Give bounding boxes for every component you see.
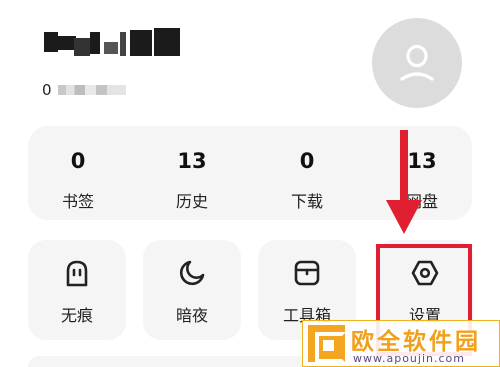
tool-night-mode[interactable]: 暗夜 [143,240,241,340]
user-id-redacted [57,85,126,95]
stat-bookmarks[interactable]: 0 书签 [33,126,123,220]
tool-label: 无痕 [60,306,93,325]
stat-downloads[interactable]: 0 下载 [262,126,352,220]
incognito-ghost-icon [66,260,88,287]
stat-label: 历史 [175,192,208,211]
user-id-prefix: 0 [42,81,52,99]
moon-icon [179,260,205,286]
stat-history[interactable]: 13 历史 [147,126,237,220]
watermark-url: www.apoujin.com [353,352,465,365]
down-arrow-icon [386,130,422,234]
stat-label: 书签 [61,192,94,211]
watermark: 欧全软件园 www.apoujin.com [302,320,500,367]
watermark-title: 欧全软件园 [351,329,481,355]
username-redacted [44,28,184,58]
stat-value: 13 [177,149,207,173]
stat-value: 0 [299,149,315,173]
stat-label: 下载 [290,192,323,211]
user-id-row: 0 [42,80,126,100]
watermark-logo-icon [308,325,346,363]
tool-label: 暗夜 [175,306,208,325]
user-icon [400,44,434,81]
tool-incognito[interactable]: 无痕 [28,240,126,340]
stat-value: 0 [70,149,86,173]
avatar[interactable] [372,18,462,108]
toolbox-icon [294,260,320,286]
